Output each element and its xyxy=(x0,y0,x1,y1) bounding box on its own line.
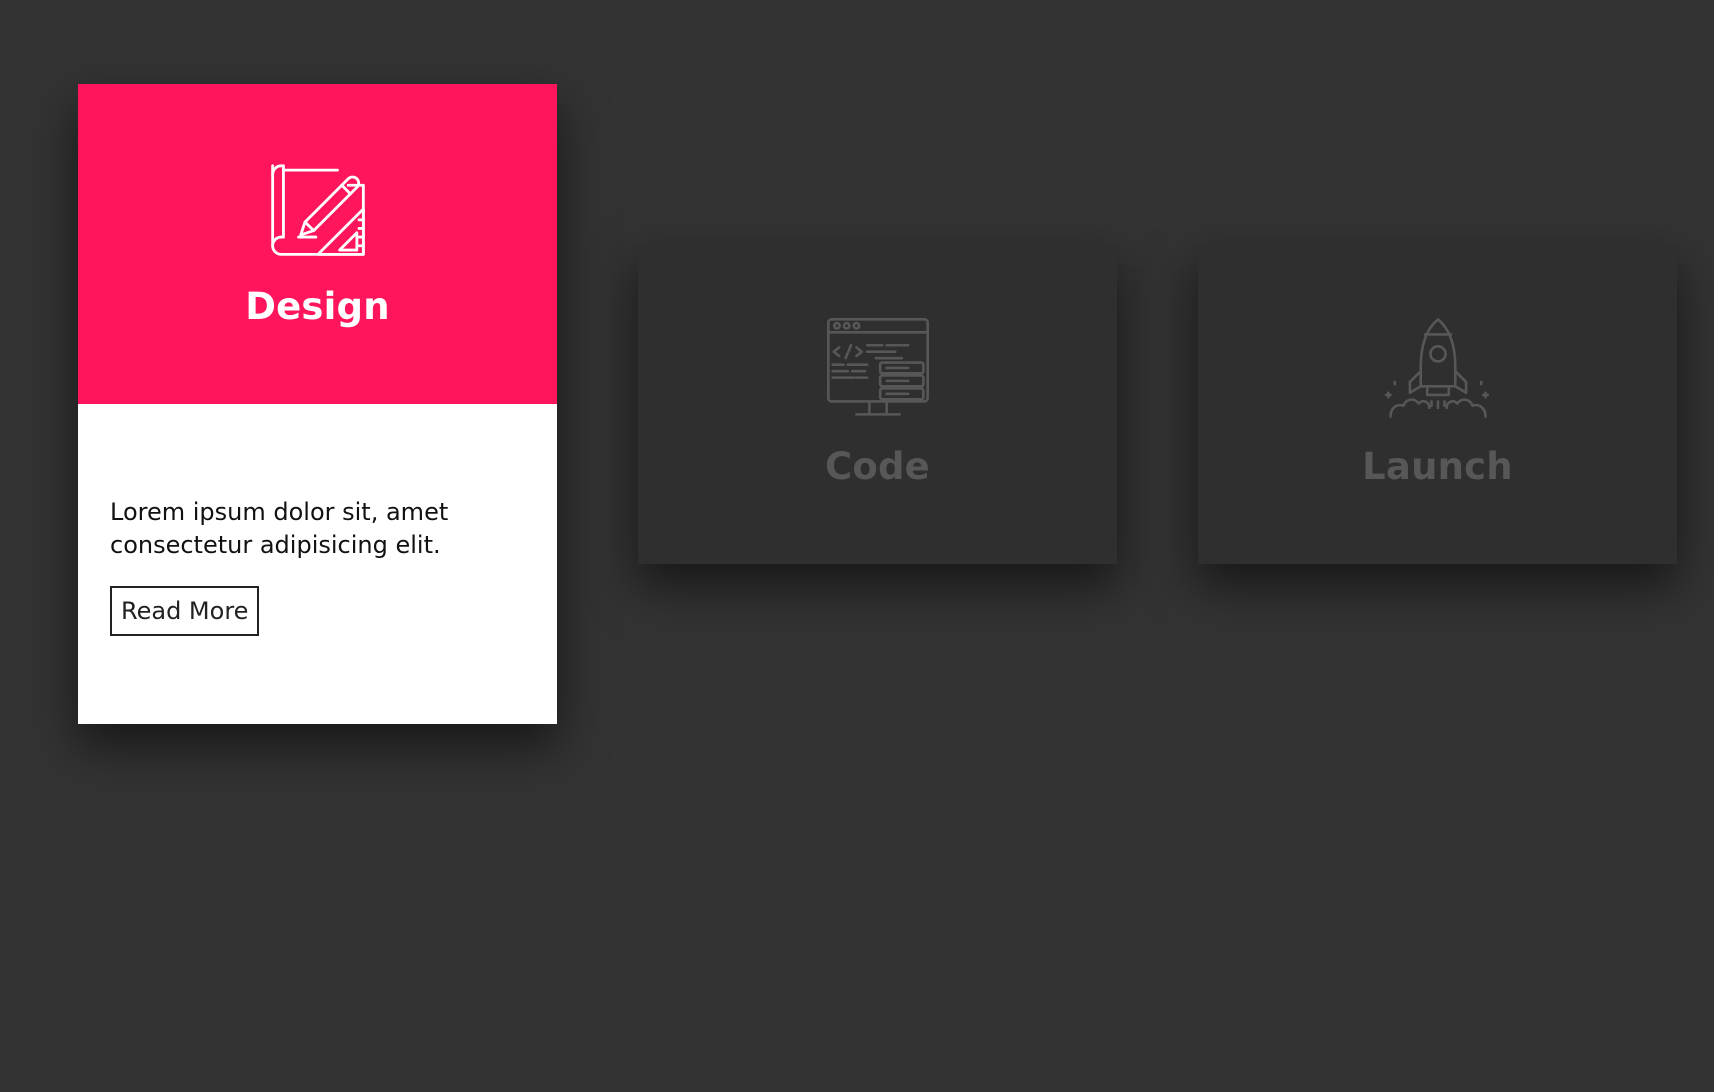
blueprint-pencil-icon xyxy=(270,163,365,256)
service-card-launch[interactable]: Launch xyxy=(1198,244,1677,564)
card-title-design: Design xyxy=(245,284,390,328)
card-header: Code xyxy=(638,244,1117,564)
code-monitor-icon xyxy=(826,317,929,416)
card-header: Launch xyxy=(1198,244,1677,564)
card-title-launch: Launch xyxy=(1362,444,1513,488)
rocket-launch-icon xyxy=(1384,317,1489,418)
card-description: Lorem ipsum dolor sit, amet consectetur … xyxy=(110,498,449,559)
service-card-design[interactable]: Design Lorem ipsum dolor sit, amet conse… xyxy=(78,84,557,724)
read-more-button[interactable]: Read More xyxy=(110,586,260,636)
card-body: Lorem ipsum dolor sit, amet consectetur … xyxy=(78,404,557,724)
card-title-code: Code xyxy=(825,444,930,488)
services-stage: Design Lorem ipsum dolor sit, amet conse… xyxy=(0,0,1714,1092)
service-card-code[interactable]: Code xyxy=(638,244,1117,564)
card-header: Design xyxy=(78,84,557,404)
